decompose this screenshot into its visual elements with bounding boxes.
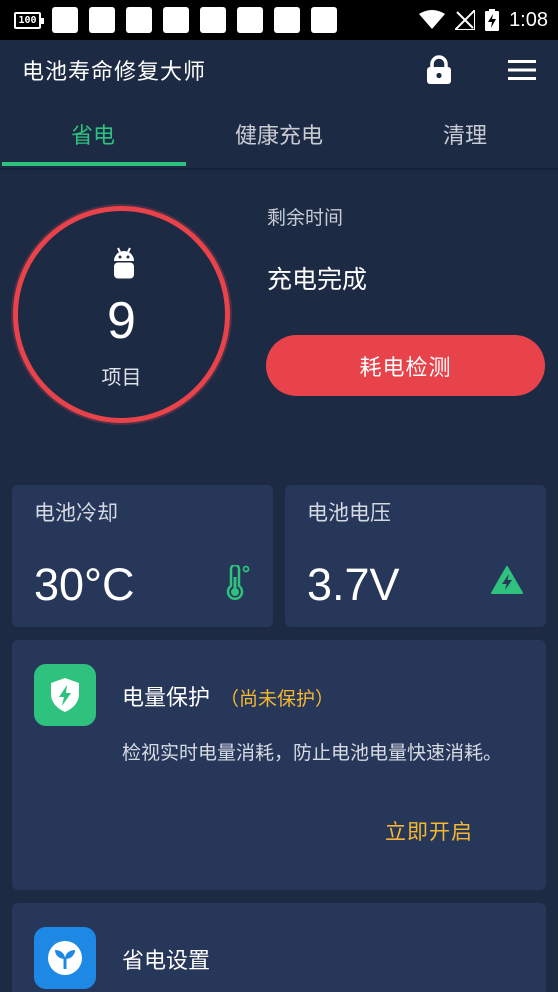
wifi-icon [419,10,446,29]
notification-icon [52,7,78,33]
battery-warning-icon [491,566,523,594]
item-count-label: 项目 [101,365,142,389]
power-detect-button[interactable]: 耗电检测 [266,335,545,396]
enable-now-button[interactable]: 立即开启 [385,816,473,846]
protection-status: （尚未保护） [220,688,335,710]
notification-icon [126,7,152,33]
items-ring[interactable]: 9 项目 [13,206,230,423]
lock-icon[interactable] [426,55,452,85]
battery-voltage-card[interactable]: 电池电压 3.7V [285,485,546,627]
thermometer-icon [226,565,250,600]
cooling-title: 电池冷却 [34,501,118,525]
app-bar: 电池寿命修复大师 [0,40,558,100]
notification-icon [274,7,300,33]
tab-power-saving[interactable]: 省电 [0,100,186,168]
charging-battery-icon [485,9,500,31]
protection-title-text: 电量保护 [122,686,211,711]
power-settings-card[interactable]: 省电设置 [12,903,546,992]
voltage-value: 3.7V [307,559,400,610]
notification-icon [311,7,337,33]
remaining-time-value: 充电完成 [267,265,368,294]
item-count: 9 [107,292,136,350]
settings-title: 省电设置 [122,949,211,974]
battery-icon: 100 [14,11,44,29]
battery-cooling-card[interactable]: 电池冷却 30°C [12,485,273,627]
protection-description: 检视实时电量消耗，防止电池电量快速消耗。 [122,742,503,764]
app-title: 电池寿命修复大师 [22,59,207,84]
notification-icon [200,7,226,33]
protection-title: 电量保护 （尚未保护） [122,680,334,712]
tab-cleanup[interactable]: 清理 [372,100,558,168]
status-bar: 100 1:08 [0,0,558,40]
shield-bolt-icon [34,664,96,726]
android-icon [114,247,134,279]
notification-icon [89,7,115,33]
power-protection-card: 电量保护 （尚未保护） 检视实时电量消耗，防止电池电量快速消耗。 立即开启 [12,640,546,890]
remaining-time-label: 剩余时间 [267,207,344,229]
notification-icon [237,7,263,33]
no-signal-icon [455,10,476,30]
tab-bar: 省电 健康充电 清理 [0,100,558,168]
tab-healthy-charging[interactable]: 健康充电 [186,100,372,168]
menu-icon[interactable] [508,59,536,81]
tab-divider [0,168,558,170]
notification-icon [163,7,189,33]
clock: 1:08 [509,8,548,31]
sprout-icon [34,927,96,989]
voltage-title: 电池电压 [307,501,391,525]
temperature-value: 30°C [34,559,135,610]
